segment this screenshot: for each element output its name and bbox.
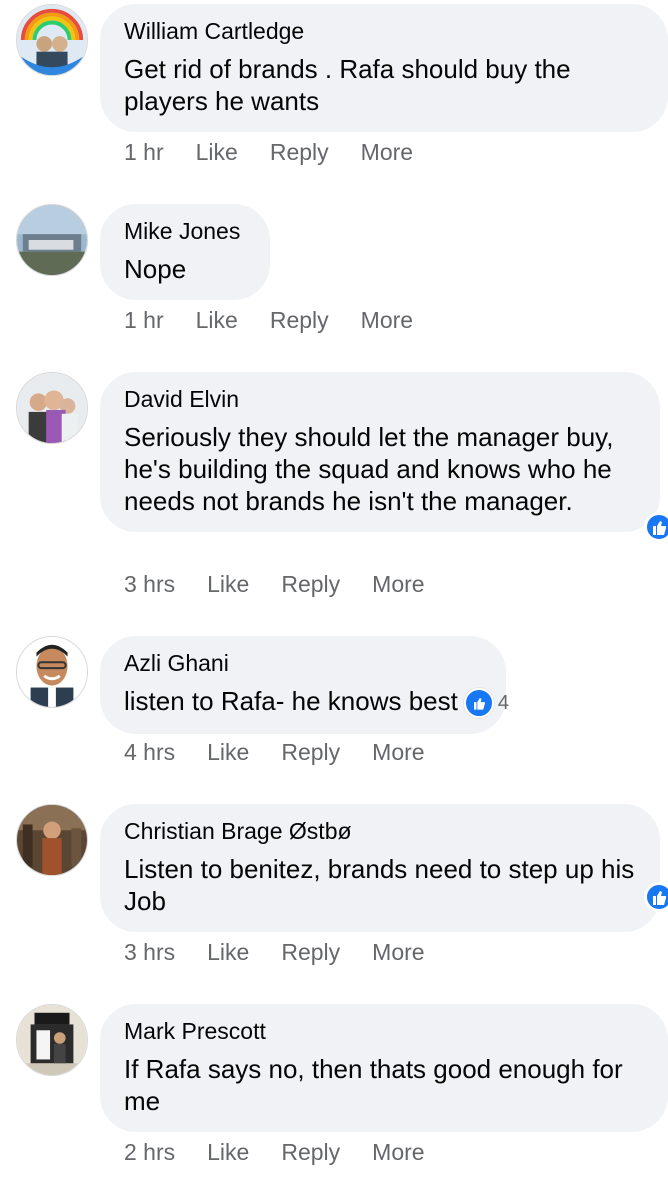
reply-button[interactable]: Reply <box>281 739 340 766</box>
reply-button[interactable]: Reply <box>281 571 340 598</box>
comment-time[interactable]: 1 hr <box>124 139 164 166</box>
comment-text: Get rid of brands . Rafa should buy the … <box>124 54 571 116</box>
comment-time[interactable]: 4 hrs <box>124 739 175 766</box>
reply-button[interactable]: Reply <box>281 1139 340 1166</box>
like-reaction-icon[interactable] <box>644 882 668 912</box>
like-reaction-icon <box>463 688 494 719</box>
comment-text: Nope <box>124 254 187 284</box>
avatar[interactable] <box>16 4 88 76</box>
comment-bubble: Mike Jones Nope <box>100 204 270 300</box>
comment-actions: 1 hr Like Reply More <box>124 136 445 168</box>
comment-author[interactable]: Mike Jones <box>124 217 246 245</box>
comment-bubble: Mark Prescott If Rafa says no, then that… <box>100 1004 668 1132</box>
comment-text: If Rafa says no, then thats good enough … <box>124 1054 623 1116</box>
reply-button[interactable]: Reply <box>270 307 329 334</box>
like-button[interactable]: Like <box>207 939 249 966</box>
comment-bubble: Christian Brage Østbø Listen to benitez,… <box>100 804 668 932</box>
reaction-count: 4 <box>497 692 509 715</box>
comment-actions: 2 hrs Like Reply More <box>124 1136 457 1168</box>
like-button[interactable]: Like <box>207 739 249 766</box>
comment-bubble: David Elvin Seriously they should let th… <box>100 372 668 542</box>
comment-time[interactable]: 3 hrs <box>124 939 175 966</box>
reply-button[interactable]: Reply <box>281 939 340 966</box>
like-button[interactable]: Like <box>196 139 238 166</box>
more-button[interactable]: More <box>372 939 424 966</box>
more-button[interactable]: More <box>372 571 424 598</box>
more-button[interactable]: More <box>361 307 413 334</box>
comment-actions: 1 hr Like Reply More <box>124 304 445 336</box>
comment-author[interactable]: David Elvin <box>124 385 636 413</box>
avatar[interactable] <box>16 804 88 876</box>
avatar[interactable] <box>16 372 88 444</box>
comment-time[interactable]: 1 hr <box>124 307 164 334</box>
comment-actions: 3 hrs Like Reply More <box>124 568 457 600</box>
comment-time[interactable]: 3 hrs <box>124 571 175 598</box>
like-button[interactable]: Like <box>207 571 249 598</box>
avatar[interactable] <box>16 1004 88 1076</box>
comment-bubble: William Cartledge Get rid of brands . Ra… <box>100 4 668 132</box>
comment-text: listen to Rafa- he knows best 4 <box>124 685 509 719</box>
reply-button[interactable]: Reply <box>270 139 329 166</box>
comment-bubble: Azli Ghani listen to Rafa- he knows best… <box>100 636 509 735</box>
comment-time[interactable]: 2 hrs <box>124 1139 175 1166</box>
comment-text-content: listen to Rafa- he knows best <box>124 686 458 716</box>
more-button[interactable]: More <box>372 739 424 766</box>
avatar[interactable] <box>16 204 88 276</box>
reaction-summary[interactable]: 4 <box>463 687 509 719</box>
more-button[interactable]: More <box>361 139 413 166</box>
comment-author[interactable]: William Cartledge <box>124 17 644 45</box>
more-button[interactable]: More <box>372 1139 424 1166</box>
comment-actions: 4 hrs Like Reply More <box>124 736 457 768</box>
comment-author[interactable]: Azli Ghani <box>124 649 482 677</box>
comment-text: Listen to benitez, brands need to step u… <box>124 854 635 916</box>
comment-author[interactable]: Christian Brage Østbø <box>124 817 636 845</box>
like-button[interactable]: Like <box>207 1139 249 1166</box>
like-reaction-icon[interactable] <box>644 512 668 542</box>
comment-actions: 3 hrs Like Reply More <box>124 936 457 968</box>
like-button[interactable]: Like <box>196 307 238 334</box>
comment-text: Seriously they should let the manager bu… <box>124 422 614 516</box>
avatar[interactable] <box>16 636 88 708</box>
comment-author[interactable]: Mark Prescott <box>124 1017 644 1045</box>
